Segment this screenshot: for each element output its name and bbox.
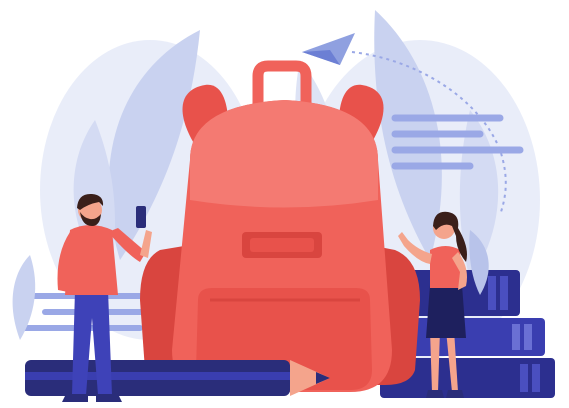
man-shirt bbox=[65, 225, 118, 295]
paper-plane-icon bbox=[302, 33, 355, 65]
woman-skirt bbox=[426, 285, 466, 338]
pencil bbox=[25, 360, 330, 396]
phone-icon bbox=[136, 206, 146, 228]
illustration-canvas bbox=[12, 10, 555, 402]
man-shoe-left bbox=[62, 394, 88, 402]
woman-shoe-right bbox=[446, 390, 464, 398]
man-shoe-right bbox=[96, 394, 122, 402]
woman-shoe-left bbox=[426, 390, 444, 398]
backpack-flap bbox=[190, 100, 378, 208]
